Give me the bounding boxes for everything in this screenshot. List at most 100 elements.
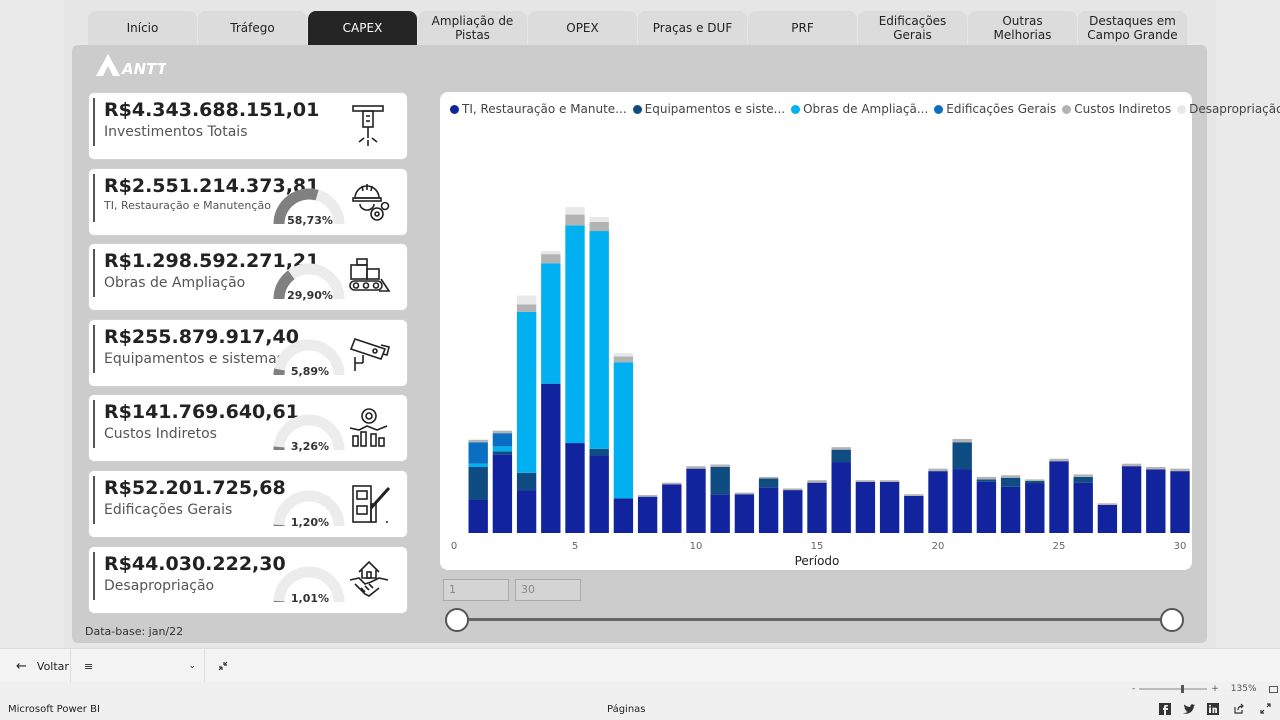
bar-segment[interactable] — [807, 482, 827, 533]
bar-segment[interactable] — [565, 443, 585, 533]
bar-segment[interactable] — [516, 490, 537, 533]
bar-segment[interactable] — [831, 462, 851, 533]
bar-segment[interactable] — [831, 449, 851, 463]
bar-segment[interactable] — [879, 481, 900, 533]
bar-segment[interactable] — [1000, 486, 1021, 533]
bar-segment[interactable] — [492, 451, 513, 455]
bar-segment[interactable] — [589, 221, 609, 232]
tab-0[interactable]: Início — [88, 11, 197, 45]
bar-segment[interactable] — [516, 295, 537, 305]
share-icon[interactable] — [1232, 702, 1246, 716]
tab-8[interactable]: Outras Melhorias — [968, 11, 1077, 45]
zoom-control[interactable]: - + 135% — [1132, 684, 1278, 694]
bar-segment[interactable] — [976, 476, 997, 480]
bar-segment[interactable] — [1121, 463, 1142, 467]
bar-segment[interactable] — [492, 454, 513, 534]
period-slider-track[interactable] — [456, 618, 1172, 621]
bar-segment[interactable] — [516, 304, 537, 312]
bar-segment[interactable] — [541, 263, 561, 384]
linkedin-icon[interactable] — [1206, 702, 1220, 716]
period-max-input[interactable]: 30 — [515, 579, 581, 601]
bar-segment[interactable] — [589, 455, 609, 533]
bar-segment[interactable] — [758, 487, 779, 534]
bar-segment[interactable] — [662, 484, 682, 533]
bar-segment[interactable] — [468, 500, 488, 533]
tab-7[interactable]: Edificações Gerais — [858, 11, 967, 45]
bar-segment[interactable] — [637, 495, 658, 497]
bar-segment[interactable] — [928, 471, 948, 534]
bar-segment[interactable] — [904, 495, 924, 534]
bar-segment[interactable] — [1049, 458, 1069, 462]
bar-segment[interactable] — [734, 492, 755, 495]
bar-segment[interactable] — [613, 498, 634, 533]
bar-segment[interactable] — [928, 468, 948, 472]
bar-segment[interactable] — [565, 214, 585, 226]
bar-segment[interactable] — [516, 472, 537, 491]
bar-segment[interactable] — [1121, 466, 1142, 534]
bar-segment[interactable] — [1000, 475, 1021, 478]
tab-5[interactable]: Praças e DUF — [638, 11, 747, 45]
bar-segment[interactable] — [976, 481, 997, 533]
bar-segment[interactable] — [734, 494, 755, 533]
bar-segment[interactable] — [952, 469, 972, 533]
bar-segment[interactable] — [613, 353, 634, 357]
bar-segment[interactable] — [1025, 479, 1045, 482]
bar-segment[interactable] — [879, 480, 900, 482]
facebook-icon[interactable] — [1158, 702, 1172, 716]
bar-segment[interactable] — [783, 488, 803, 491]
bar-segment[interactable] — [976, 479, 997, 482]
tab-3[interactable]: Ampliação de Pistas — [418, 11, 527, 45]
period-min-input[interactable]: 1 — [443, 579, 509, 601]
tab-9[interactable]: Destaques em Campo Grande — [1078, 11, 1187, 45]
bar-segment[interactable] — [492, 446, 513, 452]
bar-segment[interactable] — [468, 439, 488, 443]
bar-segment[interactable] — [1025, 483, 1045, 534]
bar-segment[interactable] — [1146, 467, 1166, 470]
bar-segment[interactable] — [1049, 461, 1069, 533]
collapse-icon[interactable] — [218, 649, 228, 683]
bar-segment[interactable] — [541, 383, 561, 533]
bar-segment[interactable] — [1000, 477, 1021, 487]
back-button[interactable]: ← Voltar — [16, 649, 69, 683]
tab-6[interactable]: PRF — [748, 11, 857, 45]
bar-segment[interactable] — [1146, 469, 1166, 533]
zoom-in-icon[interactable]: + — [1211, 684, 1219, 694]
bar-segment[interactable] — [710, 467, 730, 495]
bar-segment[interactable] — [468, 467, 488, 500]
bar-segment[interactable] — [783, 490, 803, 533]
bar-segment[interactable] — [758, 476, 779, 479]
tab-2[interactable]: CAPEX — [308, 11, 417, 45]
bar-segment[interactable] — [468, 442, 488, 464]
bar-segment[interactable] — [516, 311, 537, 473]
bar-segment[interactable] — [831, 447, 851, 450]
bar-segment[interactable] — [1097, 503, 1118, 505]
page-menu-dropdown[interactable]: ≡ ⌄ — [84, 649, 196, 683]
bar-segment[interactable] — [492, 430, 513, 434]
bar-segment[interactable] — [589, 231, 609, 449]
bar-segment[interactable] — [589, 217, 609, 222]
bar-segment[interactable] — [1170, 468, 1190, 472]
bar-segment[interactable] — [952, 438, 972, 443]
bar-segment[interactable] — [468, 463, 488, 467]
bar-segment[interactable] — [565, 207, 585, 215]
bar-segment[interactable] — [541, 250, 561, 255]
bar-segment[interactable] — [855, 480, 876, 482]
bar-segment[interactable] — [637, 496, 658, 533]
bar-segment[interactable] — [758, 478, 779, 488]
bar-segment[interactable] — [541, 254, 561, 264]
bar-segment[interactable] — [855, 481, 876, 533]
period-slider-min-handle[interactable] — [445, 608, 469, 632]
fit-page-icon[interactable] — [1268, 685, 1278, 693]
bar-segment[interactable] — [686, 468, 706, 533]
bar-segment[interactable] — [613, 362, 634, 499]
period-slider-max-handle[interactable] — [1160, 608, 1184, 632]
pages-label[interactable]: Páginas — [607, 704, 646, 715]
bar-segment[interactable] — [710, 494, 730, 533]
tab-4[interactable]: OPEX — [528, 11, 637, 45]
bar-segment[interactable] — [589, 448, 609, 456]
bar-segment[interactable] — [904, 494, 924, 496]
legend-item[interactable]: Desapropriação — [1177, 102, 1280, 116]
tab-1[interactable]: Tráfego — [198, 11, 307, 45]
zoom-out-icon[interactable]: - — [1132, 684, 1135, 694]
bar-segment[interactable] — [1097, 504, 1118, 533]
